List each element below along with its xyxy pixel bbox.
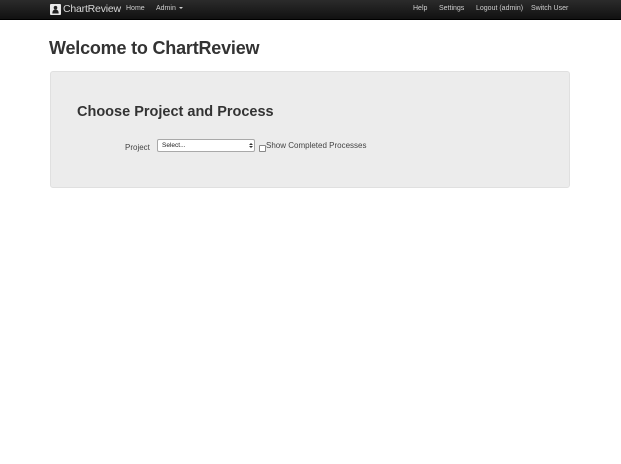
nav-home-link[interactable]: Home <box>126 4 145 13</box>
page-title: Welcome to ChartReview <box>49 38 260 58</box>
project-select-value: Select... <box>162 142 186 149</box>
nav-settings-link[interactable]: Settings <box>439 4 464 13</box>
select-arrows-icon <box>248 141 253 150</box>
project-panel: Choose Project and Process Project Selec… <box>50 71 570 188</box>
person-icon <box>50 3 61 15</box>
panel-title: Choose Project and Process <box>77 104 274 120</box>
caret-down-icon <box>178 6 183 9</box>
project-select[interactable]: Select... <box>157 139 255 152</box>
show-completed-label[interactable]: Show Completed Processes <box>266 141 367 151</box>
show-completed-checkbox[interactable] <box>259 145 266 152</box>
nav-help-link[interactable]: Help <box>413 4 427 13</box>
project-label: Project <box>125 143 150 152</box>
nav-admin-dropdown[interactable]: Admin <box>156 4 183 13</box>
top-navbar: ChartReview Home Admin Help Settings Log… <box>0 0 621 20</box>
nav-logout-link[interactable]: Logout (admin) <box>476 4 523 13</box>
brand[interactable]: ChartReview <box>50 2 121 16</box>
brand-name: ChartReview <box>63 3 121 15</box>
nav-switch-user-link[interactable]: Switch User <box>531 4 568 13</box>
nav-admin-label: Admin <box>156 5 176 12</box>
